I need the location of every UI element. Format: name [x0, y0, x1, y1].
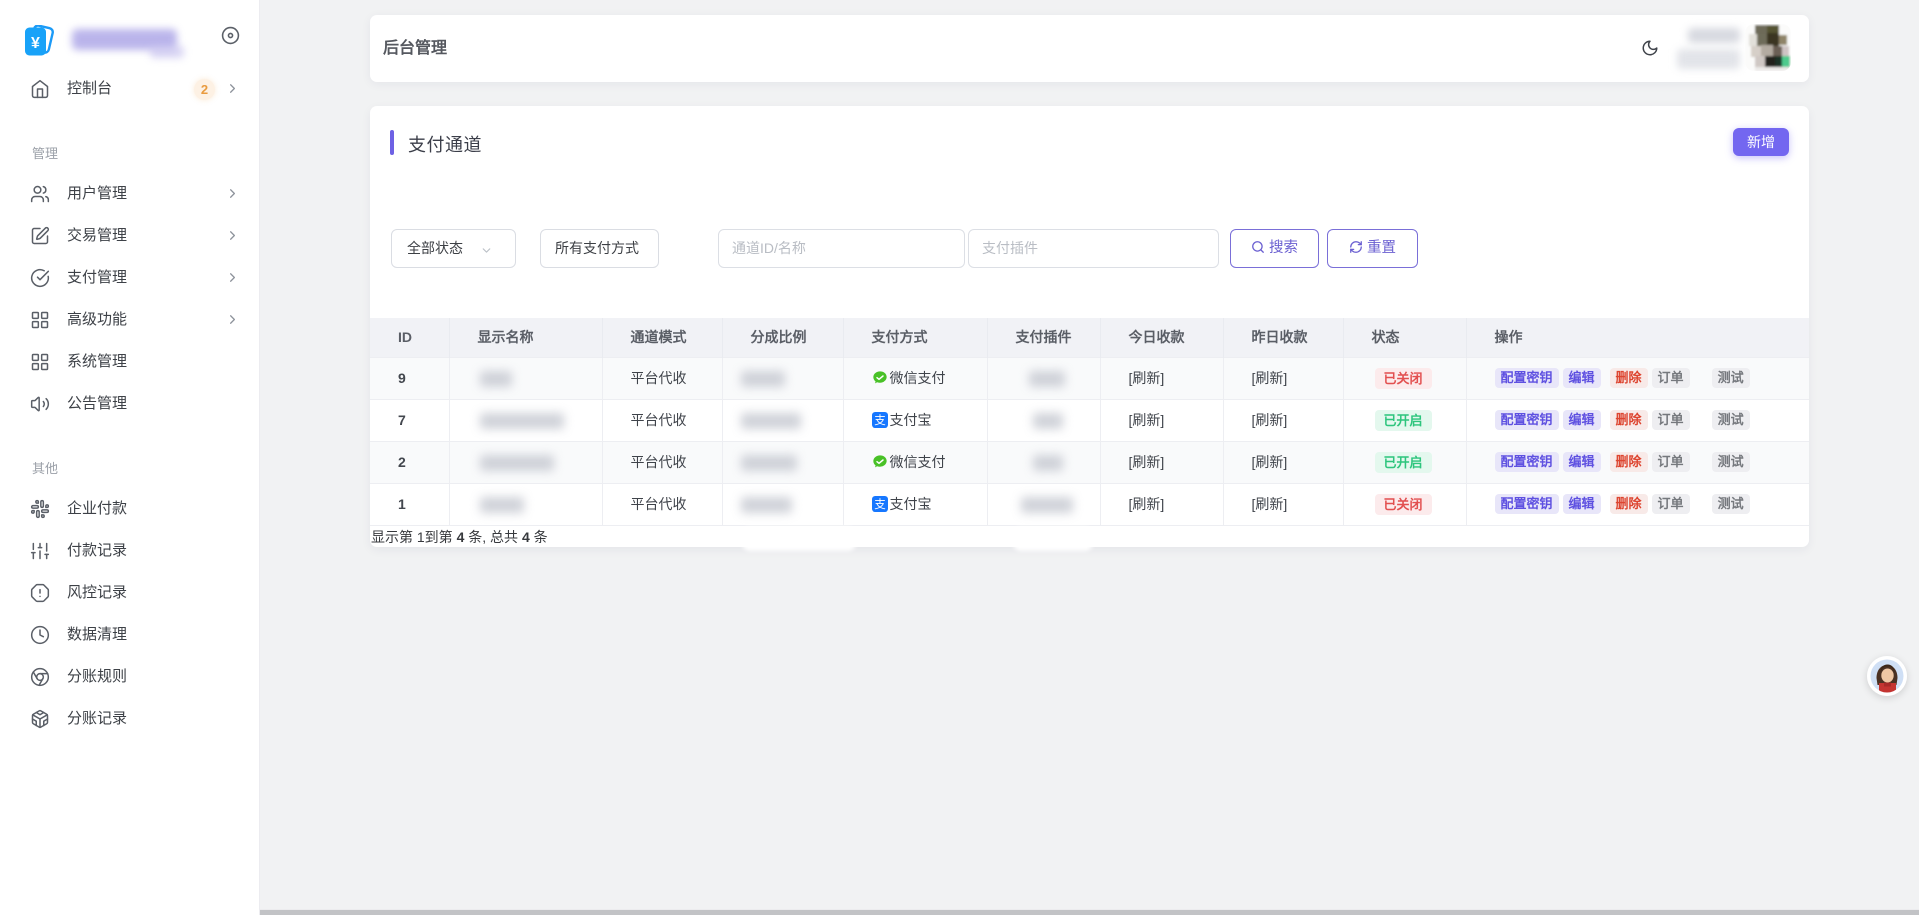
svg-text:¥: ¥ [31, 35, 40, 52]
svg-text:支: 支 [874, 414, 886, 427]
svg-text:支: 支 [874, 498, 886, 511]
